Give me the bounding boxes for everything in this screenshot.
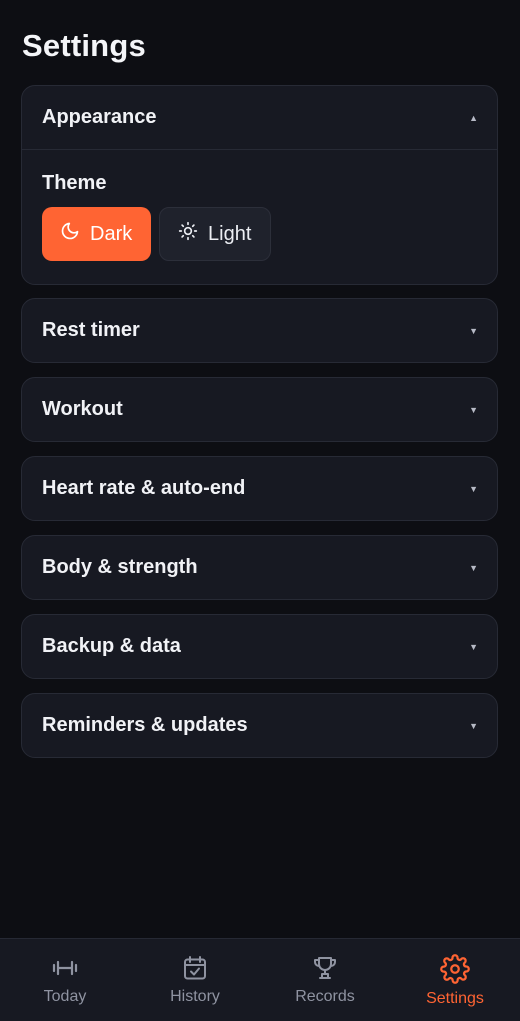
chevron-down-icon: ▼ [469,562,478,573]
section-appearance-header[interactable]: Appearance ▲ [22,86,497,149]
section-workout-title: Workout [42,398,123,420]
nav-item-records[interactable]: Records [260,939,390,1021]
theme-light-button[interactable]: Light [159,207,271,261]
nav-item-today[interactable]: Today [0,939,130,1021]
section-rest-timer-title: Rest timer [42,319,140,341]
chevron-down-icon: ▼ [469,325,478,336]
section-reminders: Reminders & updates ▼ [21,693,498,758]
section-body-strength: Body & strength ▼ [21,535,498,600]
section-heart-rate-header[interactable]: Heart rate & auto-end ▼ [22,457,497,520]
appearance-body: Theme Dark Light [22,149,497,284]
theme-dark-label: Dark [90,222,133,245]
nav-label-records: Records [295,988,355,1005]
theme-options: Dark Light [42,207,477,261]
calendar-check-icon [181,954,209,982]
section-reminders-header[interactable]: Reminders & updates ▼ [22,694,497,757]
theme-label: Theme [42,172,107,194]
nav-label-settings: Settings [426,990,484,1007]
moon-icon [60,221,80,247]
section-rest-timer-header[interactable]: Rest timer ▼ [22,299,497,362]
section-heart-rate: Heart rate & auto-end ▼ [21,456,498,521]
section-backup-title: Backup & data [42,635,181,657]
nav-label-history: History [170,988,220,1005]
section-heart-rate-title: Heart rate & auto-end [42,477,246,499]
section-body-strength-header[interactable]: Body & strength ▼ [22,536,497,599]
section-backup: Backup & data ▼ [21,614,498,679]
section-appearance: Appearance ▲ Theme Dark Light [21,85,498,285]
theme-dark-button[interactable]: Dark [42,207,151,261]
page-title: Settings [22,28,146,63]
gear-icon [440,954,470,984]
bottom-nav: Today History Records Settings [0,938,520,1021]
nav-label-today: Today [43,988,87,1005]
nav-item-history[interactable]: History [130,939,260,1021]
trophy-icon [311,954,339,982]
dumbbell-icon [51,954,79,982]
section-workout-header[interactable]: Workout ▼ [22,378,497,441]
section-body-strength-title: Body & strength [42,556,198,578]
nav-item-settings[interactable]: Settings [390,939,520,1021]
chevron-down-icon: ▼ [469,404,478,415]
chevron-down-icon: ▼ [469,483,478,494]
section-workout: Workout ▼ [21,377,498,442]
chevron-up-icon: ▲ [469,112,478,123]
section-rest-timer: Rest timer ▼ [21,298,498,363]
chevron-down-icon: ▼ [469,641,478,652]
chevron-down-icon: ▼ [469,720,478,731]
section-appearance-title: Appearance [42,106,157,128]
section-reminders-title: Reminders & updates [42,714,248,736]
theme-light-label: Light [208,222,252,245]
section-backup-header[interactable]: Backup & data ▼ [22,615,497,678]
sun-icon [178,221,198,247]
